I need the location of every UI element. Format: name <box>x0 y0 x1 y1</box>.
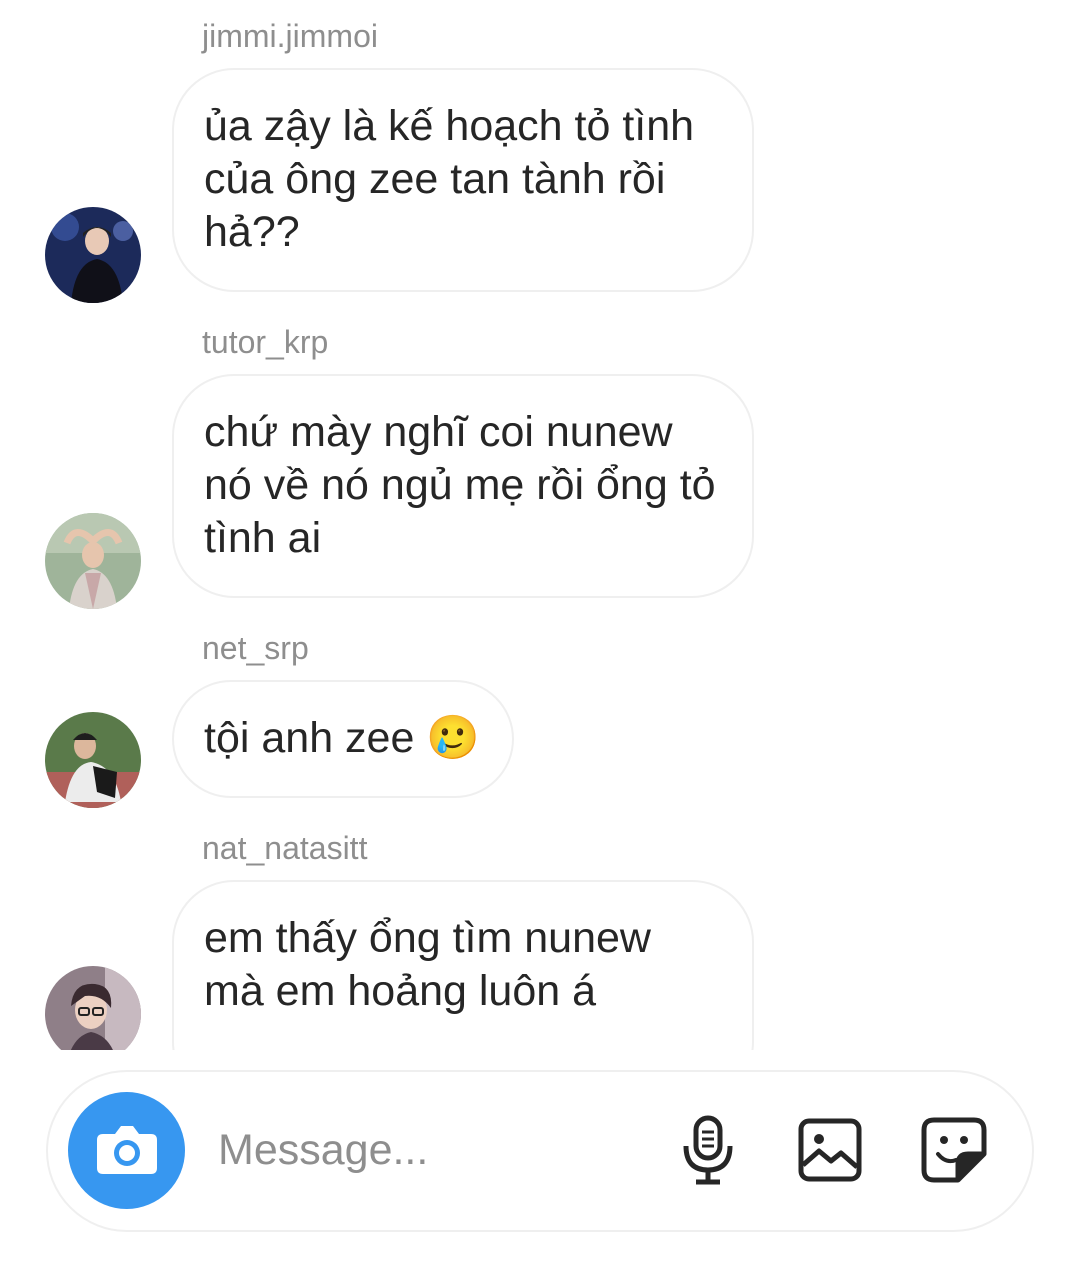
voice-message-button[interactable] <box>668 1112 748 1192</box>
sender-username: nat_natasitt <box>202 830 368 866</box>
sender-username: jimmi.jimmoi <box>202 18 378 54</box>
message-bubble[interactable]: chứ mày nghĩ coi nunew nó về nó ngủ mẹ r… <box>172 374 754 598</box>
message-text: tội anh zee 🥲 <box>204 714 480 762</box>
sticker-icon <box>920 1116 988 1189</box>
camera-icon <box>95 1120 159 1181</box>
message-text: em thấy ổng tìm nunew mà em hoảng luôn á <box>204 914 651 1015</box>
sender-username: net_srp <box>202 630 309 666</box>
message-text: chứ mày nghĩ coi nunew nó về nó ngủ mẹ r… <box>204 408 716 562</box>
message-bubble[interactable]: tội anh zee 🥲 <box>172 680 514 798</box>
microphone-icon <box>678 1114 738 1191</box>
avatar[interactable] <box>45 513 141 609</box>
message-input[interactable] <box>218 1120 638 1180</box>
message-bubble[interactable]: ủa zậy là kế hoạch tỏ tình của ông zee t… <box>172 68 754 292</box>
message-thread: jimmi.jimmoi ủa zậy là kế hoạch tỏ tình … <box>0 0 1080 1050</box>
sticker-button[interactable] <box>914 1112 994 1192</box>
gallery-button[interactable] <box>790 1112 870 1192</box>
sender-username: tutor_krp <box>202 324 329 360</box>
camera-button[interactable] <box>68 1092 185 1209</box>
message-bubble[interactable]: em thấy ổng tìm nunew mà em hoảng luôn á <box>172 880 754 1050</box>
message-text: ủa zậy là kế hoạch tỏ tình của ông zee t… <box>204 102 695 256</box>
avatar[interactable] <box>45 712 141 808</box>
avatar[interactable] <box>45 207 141 303</box>
message-composer <box>46 1070 1034 1232</box>
gallery-icon <box>797 1117 863 1188</box>
avatar[interactable] <box>45 966 141 1050</box>
